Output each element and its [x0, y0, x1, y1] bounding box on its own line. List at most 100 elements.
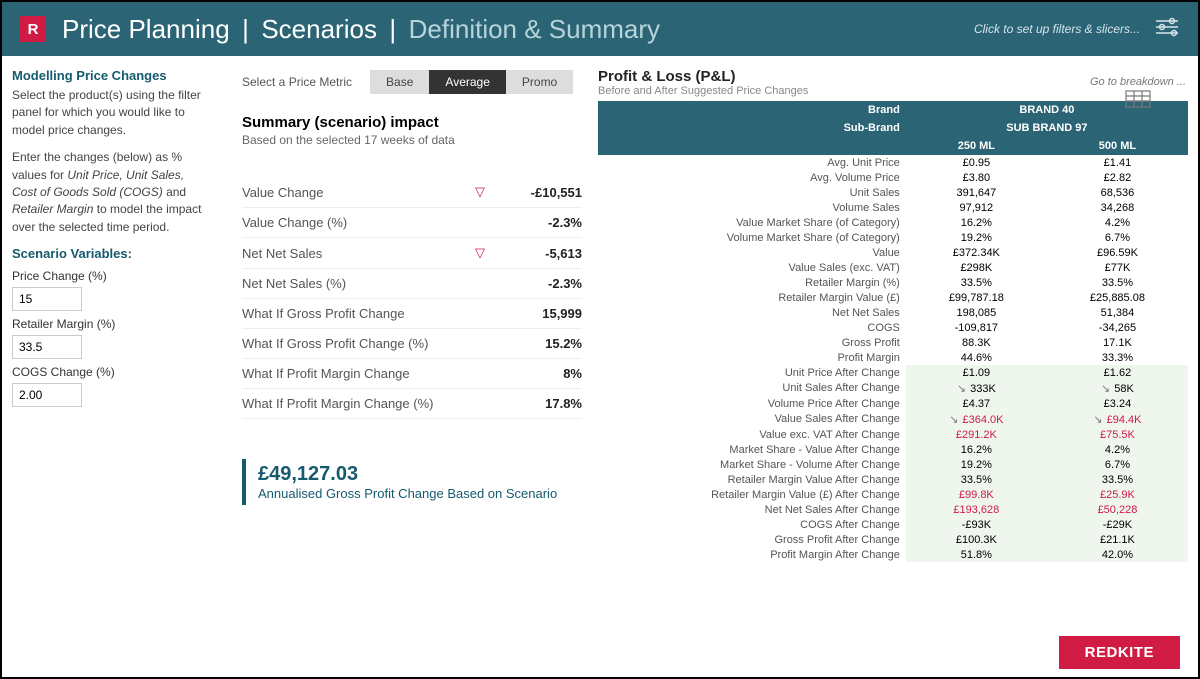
pl-row-label: Unit Sales After Change [598, 380, 906, 396]
redkite-button[interactable]: REDKITE [1059, 636, 1180, 669]
pl-row-label: Avg. Unit Price [598, 155, 906, 170]
pl-cell: £77K [1047, 260, 1188, 275]
col-1-header: 250 ML [906, 137, 1047, 155]
pl-row-label: Value [598, 245, 906, 260]
pl-cell: £372.34K [906, 245, 1047, 260]
pl-table: BrandBRAND 40 Sub-BrandSUB BRAND 97 250 … [598, 101, 1188, 562]
trend-down-icon [1101, 383, 1114, 395]
pl-row-label: Volume Price After Change [598, 396, 906, 411]
app-header: R Price Planning | Scenarios | Definitio… [2, 2, 1198, 56]
summary-panel: Select a Price Metric Base Average Promo… [212, 56, 592, 627]
title-segment-3: Definition & Summary [409, 14, 660, 44]
pl-cell: -34,265 [1047, 320, 1188, 335]
pl-row-label: COGS [598, 320, 906, 335]
pl-cell: 44.6% [906, 350, 1047, 365]
table-row: Value Sales After Change£364.0K£94.4K [598, 411, 1188, 427]
price-change-label: Price Change (%) [12, 269, 202, 283]
scenario-vars-heading: Scenario Variables: [12, 246, 202, 261]
pl-row-label: Gross Profit After Change [598, 532, 906, 547]
pl-panel: Profit & Loss (P&L) Before and After Sug… [592, 56, 1198, 627]
pl-row-label: Volume Market Share (of Category) [598, 230, 906, 245]
pl-cell: 16.2% [906, 215, 1047, 230]
impact-row: What If Profit Margin Change8% [242, 359, 582, 389]
pl-row-label: Retailer Margin Value (£) After Change [598, 487, 906, 502]
impact-row: Value Change (%)-2.3% [242, 208, 582, 238]
pl-cell: 34,268 [1047, 200, 1188, 215]
cogs-change-label: COGS Change (%) [12, 365, 202, 379]
pl-cell: £21.1K [1047, 532, 1188, 547]
impact-label: What If Gross Profit Change (%) [242, 336, 468, 351]
price-change-input[interactable] [12, 287, 82, 311]
pl-cell: £1.62 [1047, 365, 1188, 380]
pl-cell: £3.24 [1047, 396, 1188, 411]
table-row: Gross Profit After Change£100.3K£21.1K [598, 532, 1188, 547]
pl-cell: £0.95 [906, 155, 1047, 170]
pl-row-label: Unit Price After Change [598, 365, 906, 380]
table-row: Gross Profit88.3K17.1K [598, 335, 1188, 350]
pl-cell: 97,912 [906, 200, 1047, 215]
pl-cell: £298K [906, 260, 1047, 275]
pl-cell: £1.09 [906, 365, 1047, 380]
pl-cell: 68,536 [1047, 185, 1188, 200]
impact-value: -£10,551 [492, 185, 582, 200]
seg-average[interactable]: Average [429, 70, 505, 94]
impact-label: Value Change [242, 185, 468, 200]
impact-value: -2.3% [492, 215, 582, 230]
logo: R [20, 16, 46, 42]
pl-cell: £4.37 [906, 396, 1047, 411]
summary-subtitle: Based on the selected 17 weeks of data [242, 133, 582, 147]
seg-base[interactable]: Base [370, 70, 429, 94]
go-to-breakdown-link[interactable]: Go to breakdown ... [1090, 76, 1186, 108]
pl-cell: 33.5% [906, 275, 1047, 290]
page-title: Price Planning | Scenarios | Definition … [62, 14, 660, 45]
pl-row-label: Avg. Volume Price [598, 170, 906, 185]
pl-cell: £50,228 [1047, 502, 1188, 517]
impact-value: -5,613 [492, 246, 582, 261]
impact-label: Net Net Sales (%) [242, 276, 468, 291]
pl-cell: £94.4K [1047, 411, 1188, 427]
table-row: Profit Margin44.6%33.3% [598, 350, 1188, 365]
pl-row-label: Value Sales After Change [598, 411, 906, 427]
table-row: Avg. Unit Price£0.95£1.41 [598, 155, 1188, 170]
table-row: Unit Sales After Change333K58K [598, 380, 1188, 396]
annualised-callout: £49,127.03 Annualised Gross Profit Chang… [242, 459, 582, 505]
pl-cell: 19.2% [906, 457, 1047, 472]
pl-cell: 17.1K [1047, 335, 1188, 350]
subbrand-value: SUB BRAND 97 [906, 119, 1188, 137]
summary-title: Summary (scenario) impact [242, 114, 582, 131]
pl-cell: £2.82 [1047, 170, 1188, 185]
sliders-icon[interactable] [1154, 16, 1180, 43]
brand-label: Brand [598, 101, 906, 119]
pl-cell: 6.7% [1047, 230, 1188, 245]
pl-cell: 88.3K [906, 335, 1047, 350]
sidebar: Modelling Price Changes Select the produ… [2, 56, 212, 627]
pl-cell: 391,647 [906, 185, 1047, 200]
callout-value: £49,127.03 [258, 463, 582, 486]
pl-row-label: Retailer Margin Value (£) [598, 290, 906, 305]
pl-cell: -£93K [906, 517, 1047, 532]
filters-slicers-link[interactable]: Click to set up filters & slicers... [974, 22, 1140, 36]
price-metric-segmented: Base Average Promo [370, 70, 573, 94]
pl-row-label: Net Net Sales [598, 305, 906, 320]
pl-row-label: Value Sales (exc. VAT) [598, 260, 906, 275]
pl-row-label: Market Share - Volume After Change [598, 457, 906, 472]
table-row: Avg. Volume Price£3.80£2.82 [598, 170, 1188, 185]
pl-cell: £291.2K [906, 427, 1047, 442]
table-row: Retailer Margin Value (£)£99,787.18£25,8… [598, 290, 1188, 305]
pl-row-label: Profit Margin After Change [598, 547, 906, 562]
table-row: Volume Market Share (of Category)19.2%6.… [598, 230, 1188, 245]
pl-cell: 58K [1047, 380, 1188, 396]
pl-cell: £193,628 [906, 502, 1047, 517]
pl-cell: £25.9K [1047, 487, 1188, 502]
impact-row: What If Gross Profit Change15,999 [242, 299, 582, 329]
impact-label: What If Gross Profit Change [242, 306, 468, 321]
select-metric-label: Select a Price Metric [242, 75, 352, 89]
callout-desc: Annualised Gross Profit Change Based on … [258, 486, 582, 501]
retailer-margin-input[interactable] [12, 335, 82, 359]
cogs-change-input[interactable] [12, 383, 82, 407]
table-row: COGS-109,817-34,265 [598, 320, 1188, 335]
pl-row-label: Retailer Margin Value After Change [598, 472, 906, 487]
down-indicator-icon: ▽ [468, 245, 492, 261]
impact-list: Value Change ▽ -£10,551 Value Change (%)-2.… [242, 177, 582, 419]
seg-promo[interactable]: Promo [506, 70, 573, 94]
